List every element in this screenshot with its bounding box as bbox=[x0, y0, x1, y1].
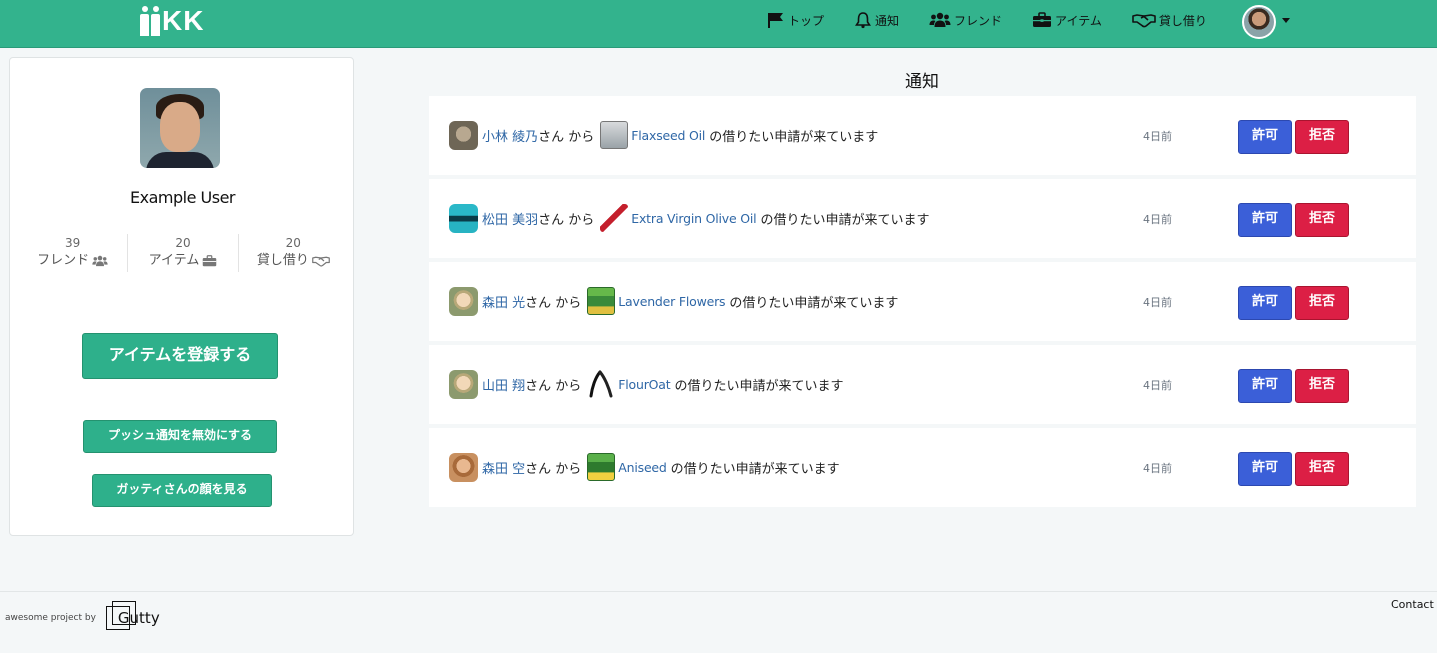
sender-avatar[interactable] bbox=[449, 452, 478, 482]
item-thumbnail[interactable] bbox=[587, 453, 616, 481]
nav-label-items: アイテム bbox=[1055, 13, 1102, 28]
users-icon bbox=[92, 255, 108, 267]
flag-icon bbox=[768, 13, 783, 28]
notification-row: 森田 光 さん から Lavender Flowers の借りたい申請が来ていま… bbox=[429, 262, 1416, 341]
notification-row: 小林 綾乃 さん から Flaxseed Oil の借りたい申請が来ています 4… bbox=[429, 96, 1416, 175]
sender-avatar[interactable] bbox=[449, 120, 478, 150]
from-text: さん から bbox=[525, 378, 582, 394]
notification-row: 森田 空 さん から Aniseed の借りたい申請が来ています 4日前 許可 … bbox=[429, 428, 1416, 507]
profile-stats: 39 フレンド 20 アイテム 20 貸し借り bbox=[18, 234, 348, 272]
caret-down-icon[interactable] bbox=[1282, 18, 1290, 23]
sender-link[interactable]: 山田 翔 bbox=[482, 375, 525, 394]
allow-button[interactable]: 許可 bbox=[1238, 452, 1292, 486]
item-thumbnail[interactable] bbox=[587, 287, 616, 315]
allow-button[interactable]: 許可 bbox=[1238, 369, 1292, 403]
nav-item-notifications[interactable]: 通知 bbox=[854, 11, 899, 29]
item-thumbnail[interactable] bbox=[587, 370, 615, 398]
item-thumbnail[interactable] bbox=[600, 121, 629, 149]
footer-credit: awesome project by Gutty bbox=[5, 601, 160, 630]
item-link[interactable]: Flaxseed Oil bbox=[631, 128, 705, 143]
request-message: の借りたい申請が来ています bbox=[729, 295, 899, 311]
nav-links: トップ 通知 フレンド アイテム 貸し借り bbox=[767, 0, 1237, 40]
nav-label-top: トップ bbox=[788, 13, 825, 28]
from-text: さん から bbox=[525, 295, 582, 311]
item-link[interactable]: FlourOat bbox=[618, 377, 670, 392]
logo-text: KK bbox=[162, 5, 205, 36]
request-message: の借りたい申請が来ています bbox=[709, 129, 879, 145]
briefcase-icon bbox=[203, 255, 217, 267]
stat-friends-count: 39 bbox=[65, 236, 81, 250]
briefcase-icon bbox=[1033, 12, 1052, 27]
bell-icon bbox=[855, 12, 872, 29]
from-text: さん から bbox=[538, 129, 595, 145]
page-title: 通知 bbox=[905, 72, 939, 92]
profile-card: Example User 39 フレンド 20 アイテム 20 貸し借り アイテ… bbox=[9, 57, 354, 536]
notification-row: 松田 美羽 さん から Extra Virgin Olive Oil の借りたい… bbox=[429, 179, 1416, 258]
sender-link[interactable]: 松田 美羽 bbox=[482, 209, 538, 228]
item-link[interactable]: Extra Virgin Olive Oil bbox=[631, 211, 756, 226]
cube-icon bbox=[105, 601, 136, 630]
register-item-button[interactable]: アイテムを登録する bbox=[82, 333, 278, 379]
contact-link[interactable]: Contact bbox=[1391, 598, 1434, 611]
sender-link[interactable]: 森田 空 bbox=[482, 458, 525, 477]
disable-push-button[interactable]: プッシュ通知を無効にする bbox=[83, 420, 277, 453]
stat-lending[interactable]: 20 貸し借り bbox=[237, 234, 348, 272]
item-thumbnail[interactable] bbox=[600, 204, 629, 232]
deny-button[interactable]: 拒否 bbox=[1295, 369, 1349, 403]
deny-button[interactable]: 拒否 bbox=[1295, 286, 1349, 320]
handshake-icon bbox=[311, 256, 330, 267]
timestamp: 4日前 bbox=[1143, 213, 1172, 226]
user-avatar[interactable] bbox=[1242, 5, 1276, 39]
sender-avatar[interactable] bbox=[449, 203, 478, 233]
footer-divider bbox=[0, 591, 1437, 592]
sender-link[interactable]: 小林 綾乃 bbox=[482, 126, 538, 145]
handshake-icon bbox=[1132, 14, 1156, 28]
nav-label-lending: 貸し借り bbox=[1158, 13, 1207, 28]
profile-name: Example User bbox=[130, 188, 235, 207]
allow-button[interactable]: 許可 bbox=[1238, 203, 1292, 237]
deny-button[interactable]: 拒否 bbox=[1295, 203, 1349, 237]
stat-friends-label: フレンド bbox=[37, 253, 90, 268]
allow-button[interactable]: 許可 bbox=[1238, 286, 1292, 320]
request-message: の借りたい申請が来ています bbox=[760, 212, 930, 228]
from-text: さん から bbox=[538, 212, 595, 228]
nav-label-friends: フレンド bbox=[954, 13, 1003, 28]
item-link[interactable]: Lavender Flowers bbox=[618, 294, 725, 309]
users-icon bbox=[929, 12, 951, 27]
gutty-logo[interactable]: Gutty bbox=[105, 601, 160, 630]
navbar: KK トップ 通知 フレンド アイテム 貸し借り bbox=[0, 0, 1437, 48]
nav-item-top[interactable]: トップ bbox=[767, 12, 824, 29]
sender-link[interactable]: 森田 光 bbox=[482, 292, 525, 311]
sender-avatar[interactable] bbox=[449, 286, 478, 316]
credit-text: awesome project by bbox=[5, 613, 96, 623]
nav-item-lending[interactable]: 貸し借り bbox=[1132, 12, 1207, 29]
nav-item-friends[interactable]: フレンド bbox=[929, 12, 1002, 29]
nav-item-items[interactable]: アイテム bbox=[1032, 12, 1102, 29]
item-link[interactable]: Aniseed bbox=[618, 460, 667, 475]
notification-row: 山田 翔 さん から FlourOat の借りたい申請が来ています 4日前 許可… bbox=[429, 345, 1416, 424]
view-gutty-face-button[interactable]: ガッティさんの顔を見る bbox=[92, 474, 272, 507]
stat-items-label: アイテム bbox=[148, 253, 200, 268]
stat-lending-count: 20 bbox=[285, 236, 301, 250]
from-text: さん から bbox=[525, 461, 582, 477]
timestamp: 4日前 bbox=[1143, 462, 1172, 475]
stat-items-count: 20 bbox=[175, 236, 191, 250]
stat-lending-label: 貸し借り bbox=[256, 253, 309, 268]
sender-avatar[interactable] bbox=[449, 369, 478, 399]
allow-button[interactable]: 許可 bbox=[1238, 120, 1292, 154]
request-message: の借りたい申請が来ています bbox=[670, 461, 840, 477]
timestamp: 4日前 bbox=[1143, 130, 1172, 143]
nav-label-notifications: 通知 bbox=[875, 13, 900, 28]
deny-button[interactable]: 拒否 bbox=[1295, 452, 1349, 486]
stat-items[interactable]: 20 アイテム bbox=[127, 234, 237, 272]
profile-avatar bbox=[140, 88, 220, 168]
stat-friends[interactable]: 39 フレンド bbox=[18, 234, 127, 272]
deny-button[interactable]: 拒否 bbox=[1295, 120, 1349, 154]
people-logo-icon bbox=[140, 6, 160, 36]
timestamp: 4日前 bbox=[1143, 379, 1172, 392]
timestamp: 4日前 bbox=[1143, 296, 1172, 309]
logo[interactable]: KK bbox=[140, 4, 204, 38]
request-message: の借りたい申請が来ています bbox=[674, 378, 844, 394]
